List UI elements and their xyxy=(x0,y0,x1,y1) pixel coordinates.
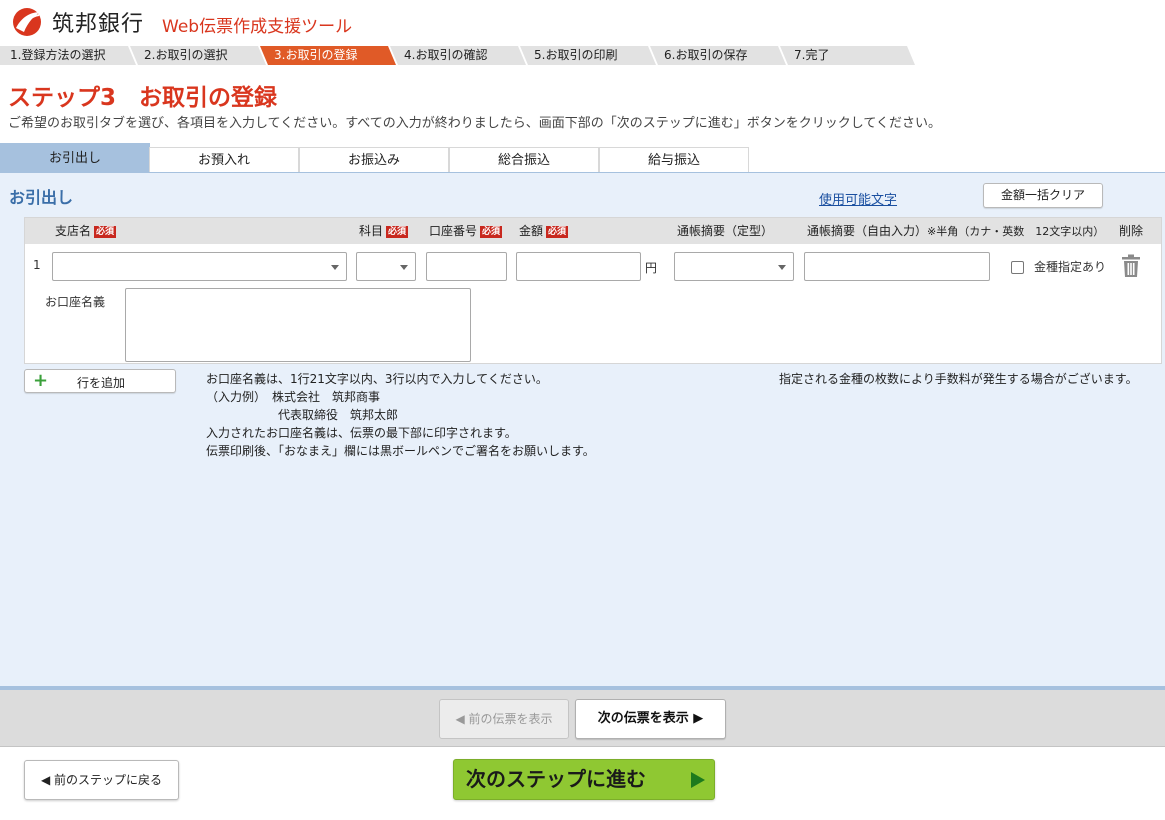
account-name-textarea[interactable] xyxy=(125,288,471,362)
step-6: 6.お取引の保存 xyxy=(650,46,786,65)
page-title: ステップ3 お取引の登録 xyxy=(8,85,278,111)
entry-table: 支店名 必須 科目 必須 口座番号 必須 金額 必須 通帳摘要（定型） 通帳摘要（自由入… xyxy=(24,217,1162,364)
account-name-label: お口座名義 xyxy=(45,295,106,309)
required-badge: 必須 xyxy=(480,226,503,238)
tab-bulk-transfer[interactable]: 総合振込 xyxy=(449,147,599,172)
prev-slip-button[interactable]: ◀ 前の伝票を表示 xyxy=(439,699,569,739)
trash-icon[interactable] xyxy=(1121,254,1141,278)
amount-input[interactable] xyxy=(516,252,641,281)
step-progress-bar: 1.登録方法の選択 2.お取引の選択 3.お取引の登録 4.お取引の確認 5.お… xyxy=(0,46,915,65)
memo-free-note: ※半角（カナ・英数 12文字以内） xyxy=(927,225,1105,238)
step-2: 2.お取引の選択 xyxy=(130,46,266,65)
next-step-button[interactable]: 次のステップに進む xyxy=(453,759,715,800)
account-name-notes: お口座名義は、1行21文字以内、3行以内で入力してください。 （入力例） 株式会… xyxy=(206,370,595,460)
step-3-active: 3.お取引の登録 xyxy=(260,46,396,65)
step-4: 4.お取引の確認 xyxy=(390,46,526,65)
clear-amounts-button[interactable]: 金額一括クリア xyxy=(983,183,1103,208)
subject-select[interactable] xyxy=(356,252,416,281)
header-memo-free: 通帳摘要（自由入力）※半角（カナ・英数 12文字以内） xyxy=(807,224,1105,238)
header-delete: 削除 xyxy=(1119,224,1144,238)
add-row-label: 行を追加 xyxy=(77,376,126,390)
table-header: 支店名 必須 科目 必須 口座番号 必須 金額 必須 通帳摘要（定型） 通帳摘要（自由入… xyxy=(25,218,1161,244)
slip-navigation: ◀ 前の伝票を表示 次の伝票を表示 ▶ xyxy=(0,690,1165,747)
page-description: ご希望のお取引タブを選び、各項目を入力してください。すべての入力が終わりましたら… xyxy=(8,116,942,131)
usable-chars-link[interactable]: 使用可能文字 xyxy=(819,189,897,208)
withdrawal-panel: お引出し 使用可能文字 金額一括クリア 支店名 必須 科目 必須 口座番号 必須 金額… xyxy=(0,172,1165,688)
header-account: 口座番号 必須 xyxy=(429,224,503,238)
plus-icon: + xyxy=(33,370,49,391)
app-header: 筑邦銀行 Web伝票作成支援ツール xyxy=(0,0,1165,44)
panel-title: お引出し xyxy=(9,188,74,207)
account-number-input[interactable] xyxy=(426,252,507,281)
note-line: 伝票印刷後、「おなまえ」欄には黒ボールペンでご署名をお願いします。 xyxy=(206,444,595,458)
required-badge: 必須 xyxy=(94,226,117,238)
tool-name: Web伝票作成支援ツール xyxy=(162,17,353,37)
memo-free-input[interactable] xyxy=(804,252,990,281)
row-number: 1 xyxy=(33,258,41,272)
bank-name: 筑邦銀行 xyxy=(52,12,145,37)
note-example-line2: 代表取締役 筑邦太郎 xyxy=(278,408,399,422)
note-example: （入力例） 株式会社 筑邦商事 xyxy=(206,390,381,404)
step-5: 5.お取引の印刷 xyxy=(520,46,656,65)
denomination-label: 金種指定あり xyxy=(1034,260,1107,274)
play-arrow-icon xyxy=(691,772,705,788)
bank-logo-icon xyxy=(13,8,41,36)
header-subject: 科目 必須 xyxy=(359,224,409,238)
branch-select[interactable] xyxy=(52,252,347,281)
fee-note: 指定される金種の枚数により手数料が発生する場合がございます。 xyxy=(779,372,1138,386)
yen-unit: 円 xyxy=(645,261,658,275)
add-row-button[interactable]: + 行を追加 xyxy=(24,369,176,393)
memo-fixed-select[interactable] xyxy=(674,252,794,281)
header-amount: 金額 必須 xyxy=(519,224,569,238)
required-badge: 必須 xyxy=(546,226,569,238)
note-line: お口座名義は、1行21文字以内、3行以内で入力してください。 xyxy=(206,372,548,386)
required-badge: 必須 xyxy=(386,226,409,238)
denomination-checkbox[interactable] xyxy=(1011,261,1024,274)
header-memo-fixed: 通帳摘要（定型） xyxy=(677,224,774,238)
tab-payroll-transfer[interactable]: 給与振込 xyxy=(599,147,749,172)
tab-withdrawal[interactable]: お引出し xyxy=(0,143,150,172)
next-slip-button[interactable]: 次の伝票を表示 ▶ xyxy=(575,699,726,739)
note-line: 入力されたお口座名義は、伝票の最下部に印字されます。 xyxy=(206,426,517,440)
back-step-button[interactable]: ◀ 前のステップに戻る xyxy=(24,760,179,800)
step-7: 7.完了 xyxy=(780,46,915,65)
tab-deposit[interactable]: お預入れ xyxy=(149,147,299,172)
header-branch: 支店名 必須 xyxy=(55,224,117,238)
next-step-label: 次のステップに進む xyxy=(466,767,646,791)
tab-transfer[interactable]: お振込み xyxy=(299,147,449,172)
step-1: 1.登録方法の選択 xyxy=(0,46,136,65)
